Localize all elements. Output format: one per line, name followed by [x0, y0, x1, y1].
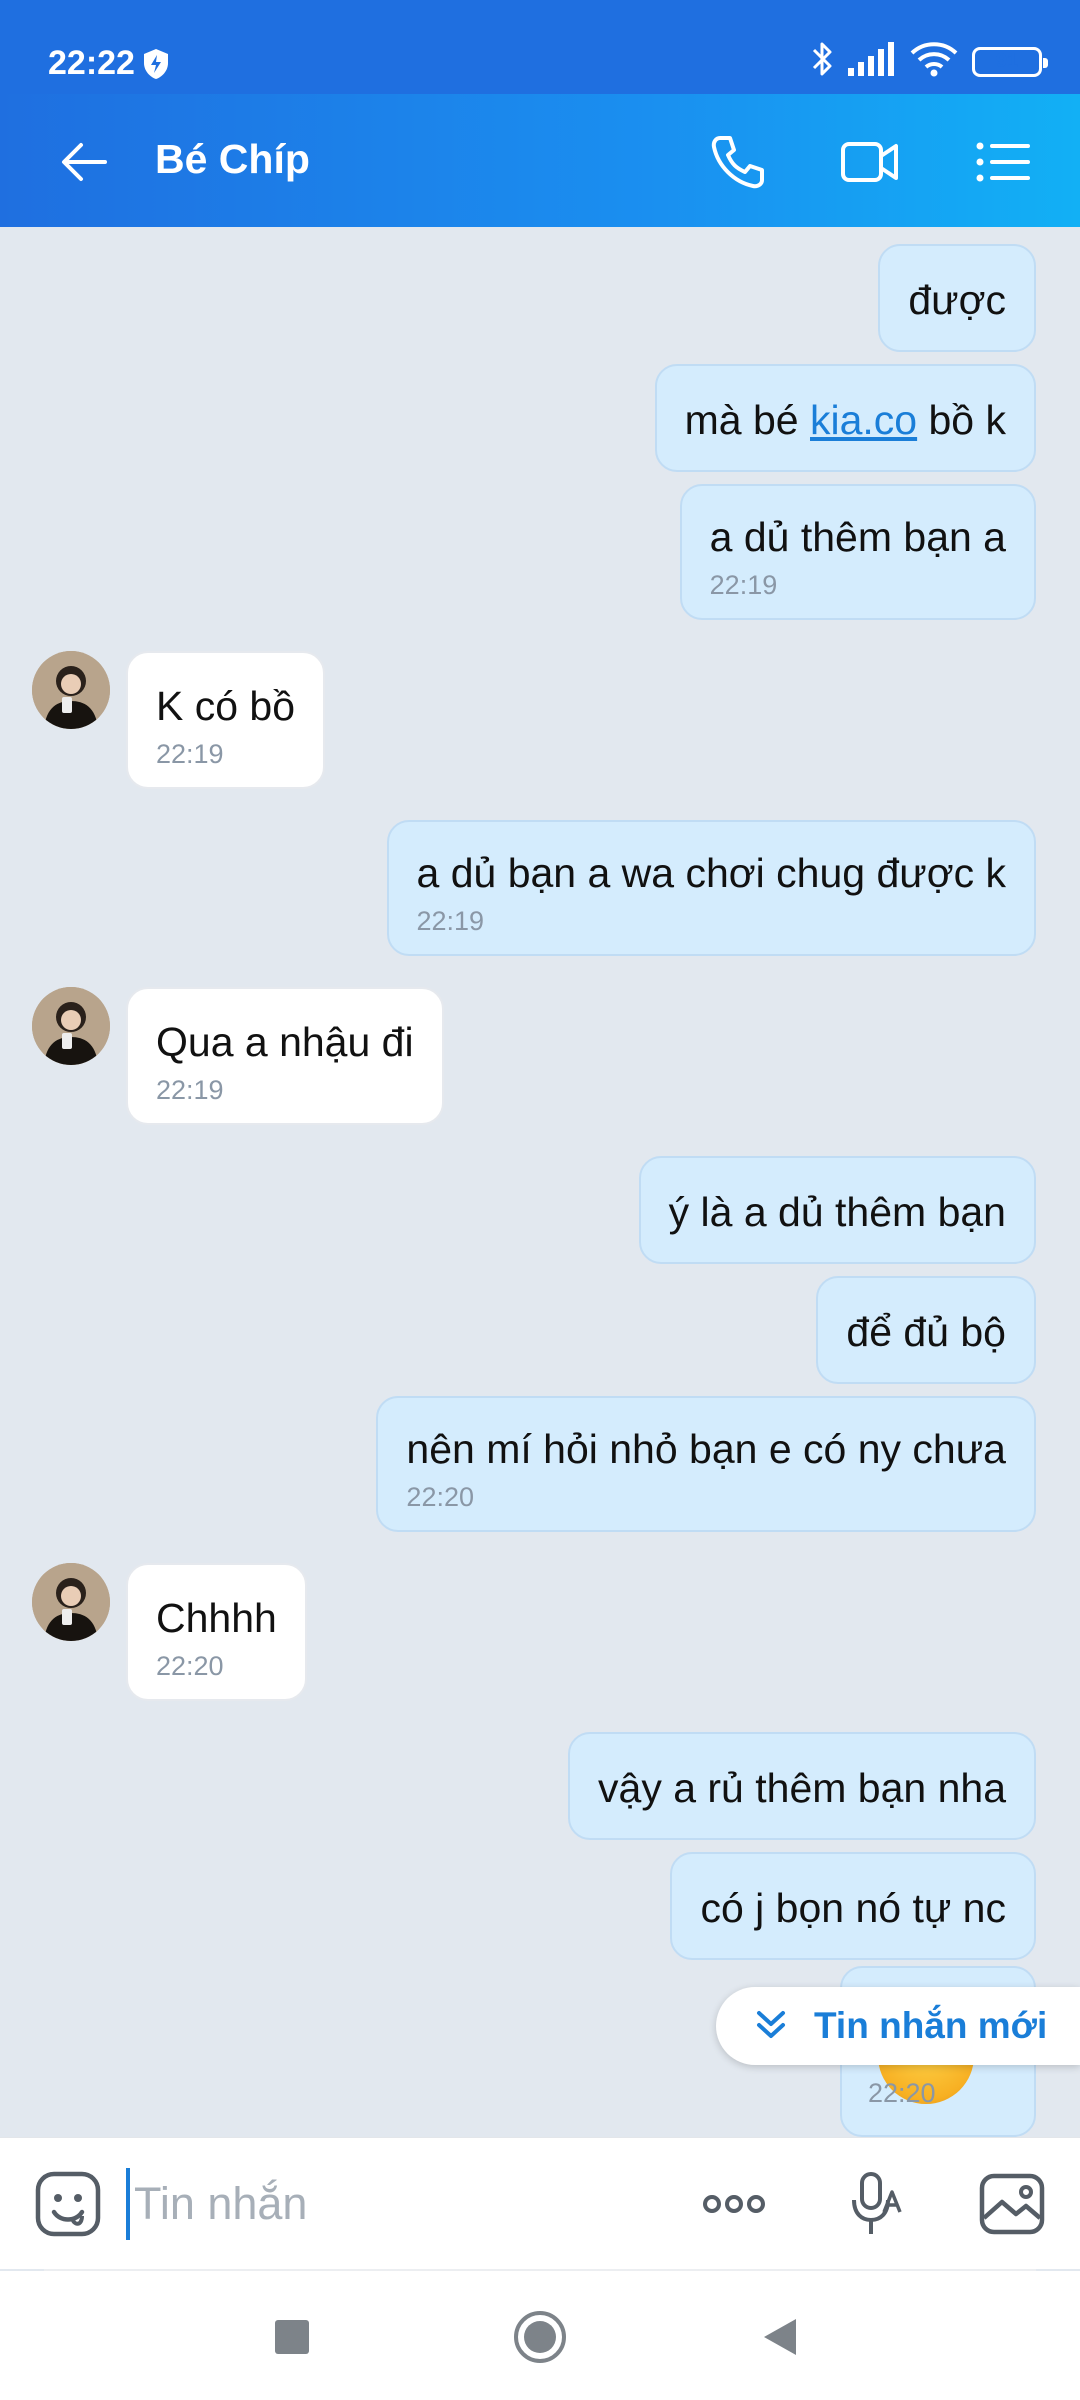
message-text: nên mí hỏi nhỏ bạn e có ny chưa: [406, 1426, 1006, 1472]
outgoing-message[interactable]: có j bọn nó tự nc: [670, 1852, 1036, 1960]
arrow-left-icon: [55, 143, 115, 196]
message-text: được: [908, 277, 1006, 323]
incoming-message[interactable]: K có bồ 22:19: [126, 651, 326, 789]
phone-icon: [706, 136, 770, 198]
message-text: Chhhh: [156, 1595, 277, 1641]
bluetooth-icon: [810, 40, 834, 83]
back-nav-button[interactable]: [752, 2307, 812, 2367]
battery-percent: 91: [995, 50, 1019, 72]
chat-title[interactable]: Bé Chíp: [155, 136, 310, 183]
new-messages-label: Tin nhắn mới: [814, 2005, 1048, 2046]
battery-tip: [1043, 57, 1048, 68]
message-text: vậy a rủ thêm bạn nha: [598, 1765, 1006, 1811]
sticker-button[interactable]: [32, 2168, 104, 2240]
message-text: có j bọn nó tự nc: [700, 1885, 1006, 1931]
voice-to-text-button[interactable]: [840, 2168, 912, 2240]
battery-indicator: 91: [972, 46, 1048, 77]
message-text: a dủ bạn a wa chơi chug được k: [416, 850, 1007, 896]
image-picker-button[interactable]: [976, 2168, 1048, 2240]
shield-icon: [142, 48, 170, 85]
signal-icon: [848, 42, 896, 81]
outgoing-message[interactable]: nên mí hỏi nhỏ bạn e có ny chưa 22:20: [376, 1396, 1036, 1532]
message-text: ý là a dủ thêm bạn: [668, 1189, 1006, 1235]
message-list[interactable]: được mà bé kia.co bồ k a dủ thêm bạn a 2…: [0, 227, 1080, 2137]
message-text: mà bé kia.co bồ k: [685, 396, 1006, 444]
options-menu-button[interactable]: [970, 130, 1034, 194]
message-text: K có bồ: [156, 683, 296, 729]
message-text-part: bồ k: [917, 397, 1007, 443]
message-text-part: mà bé: [684, 397, 810, 443]
message-composer: [0, 2137, 1080, 2269]
image-icon: [976, 2173, 1048, 2244]
outgoing-message[interactable]: a dủ thêm bạn a 22:19: [679, 484, 1036, 620]
back-button[interactable]: [55, 132, 115, 192]
more-options-button[interactable]: [698, 2168, 770, 2240]
outgoing-message[interactable]: a dủ bạn a wa chơi chug được k 22:19: [386, 820, 1036, 956]
outgoing-message[interactable]: mà bé kia.co bồ k: [654, 364, 1036, 472]
video-camera-icon: [838, 142, 902, 198]
triangle-back-icon: [752, 2319, 812, 2371]
home-button[interactable]: [510, 2307, 570, 2367]
message-input[interactable]: [126, 2168, 646, 2240]
list-menu-icon: [970, 142, 1034, 198]
microphone-icon: [840, 2172, 912, 2244]
recent-apps-button[interactable]: [262, 2307, 322, 2367]
avatar[interactable]: [32, 1563, 110, 1641]
message-time: 22:20: [868, 2078, 936, 2108]
outgoing-message[interactable]: ý là a dủ thêm bạn: [638, 1156, 1036, 1264]
message-link[interactable]: kia.co: [810, 397, 917, 443]
message-text: a dủ thêm bạn a: [709, 514, 1006, 560]
square-icon: [262, 2320, 322, 2371]
status-bar: 22:22 91: [0, 0, 1080, 94]
video-call-button[interactable]: [838, 130, 902, 194]
new-messages-button[interactable]: Tin nhắn mới: [716, 1987, 1080, 2065]
message-time: 22:19: [416, 906, 485, 936]
more-dots-icon: [698, 2195, 770, 2244]
message-time: 22:19: [156, 739, 224, 769]
wifi-icon: [910, 41, 958, 82]
status-time: 22:22: [48, 44, 135, 82]
avatar[interactable]: [32, 987, 110, 1065]
outgoing-message[interactable]: để đủ bộ: [816, 1276, 1036, 1384]
chat-header: Bé Chíp: [0, 94, 1080, 227]
system-nav-bar: [0, 2271, 1080, 2400]
sticker-face-icon: [32, 2171, 104, 2244]
message-text: để đủ bộ: [846, 1309, 1006, 1355]
call-button[interactable]: [706, 130, 770, 194]
outgoing-message[interactable]: được: [878, 244, 1036, 352]
message-text: Qua a nhậu đi: [156, 1019, 414, 1065]
incoming-message[interactable]: Qua a nhậu đi 22:19: [126, 987, 444, 1125]
avatar[interactable]: [32, 651, 110, 729]
outgoing-message[interactable]: vậy a rủ thêm bạn nha: [568, 1732, 1036, 1840]
double-chevron-down-icon: [752, 2005, 790, 2048]
incoming-message[interactable]: Chhhh 22:20: [126, 1563, 307, 1701]
message-time: 22:19: [156, 1075, 224, 1105]
message-time: 22:19: [709, 570, 778, 600]
message-time: 22:20: [406, 1482, 474, 1512]
circle-home-icon: [510, 2311, 570, 2371]
message-time: 22:20: [156, 1651, 224, 1681]
